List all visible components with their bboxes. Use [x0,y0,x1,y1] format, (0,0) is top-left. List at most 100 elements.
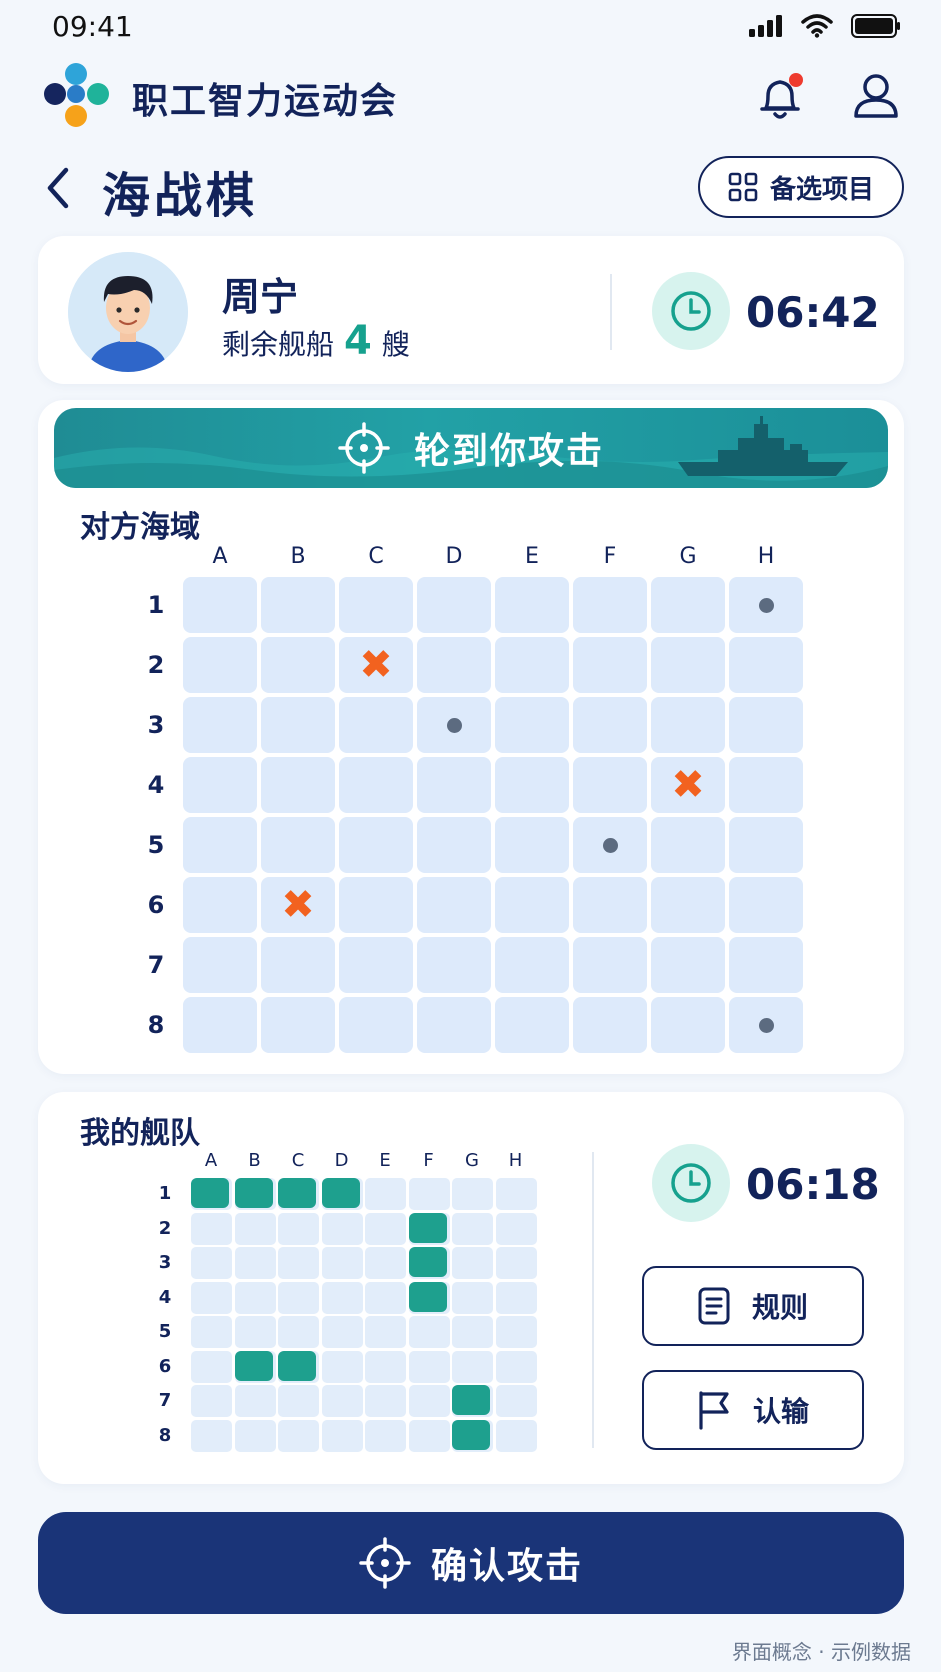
fleet-cell-A2 [191,1212,232,1245]
grid-cell-H5[interactable] [729,817,803,873]
grid-cell-C4[interactable] [339,757,413,813]
grid-cell-C7[interactable] [339,937,413,993]
grid-cell-C6[interactable] [339,877,413,933]
grid-cell-C2[interactable]: ✖ [339,637,413,693]
grid-cell-A7[interactable] [183,937,257,993]
fleet-cell-H1 [495,1178,537,1210]
grid-cell-D3[interactable] [417,697,491,753]
grid-cell-H4[interactable] [729,757,803,813]
grid-cell-F5[interactable] [573,817,647,873]
grid-cell-C5[interactable] [339,817,413,873]
user-profile-icon[interactable] [852,72,900,120]
fleet-cell-D6 [321,1350,363,1383]
fleet-cell-E8 [365,1419,406,1452]
column-label: D [445,544,463,569]
grid-cell-H6[interactable] [729,877,803,933]
grid-cell-G4[interactable]: ✖ [651,757,725,813]
grid-cell-H1[interactable] [729,577,803,633]
grid-cell-B5[interactable] [261,817,335,873]
grid-cell-D5[interactable] [417,817,491,873]
miss-marker-icon [758,597,774,613]
grid-cell-F7[interactable] [573,937,647,993]
grid-cell-C1[interactable] [339,577,413,633]
grid-cell-B2[interactable] [261,637,335,693]
grid-cell-B1[interactable] [261,577,335,633]
grid-cell-E7[interactable] [495,937,569,993]
signal-icon [749,15,782,37]
grid-cell-E2[interactable] [495,637,569,693]
turn-banner-text: 轮到你攻击 [413,431,604,472]
grid-cell-C8[interactable] [339,997,413,1053]
grid-cell-G6[interactable] [651,877,725,933]
grid-cell-E5[interactable] [495,817,569,873]
grid-cell-C3[interactable] [339,697,413,753]
column-label: G [465,1150,479,1171]
column-label: A [204,1150,218,1171]
rules-button[interactable]: 规则 [642,1266,864,1346]
fleet-cell-E6 [365,1350,406,1383]
grid-cell-G2[interactable] [651,637,725,693]
column-label: C [368,544,384,569]
grid-cell-H7[interactable] [729,937,803,993]
fleet-cell-E2 [365,1212,406,1245]
grid-cell-H2[interactable] [729,637,803,693]
fleet-cell-D7 [321,1385,363,1417]
grid-cell-A5[interactable] [183,817,257,873]
grid-cell-D1[interactable] [417,577,491,633]
row-label: 8 [147,1011,165,1039]
grid-cell-A3[interactable] [183,697,257,753]
grid-cell-F1[interactable] [573,577,647,633]
ship-segment [321,1178,360,1208]
ship-segment [408,1212,447,1243]
rules-label: 规则 [751,1291,808,1324]
grid-cell-D4[interactable] [417,757,491,813]
grid-cell-D6[interactable] [417,877,491,933]
back-chevron-icon[interactable] [44,166,74,210]
grid-cell-F6[interactable] [573,877,647,933]
grid-cell-B7[interactable] [261,937,335,993]
grid-cell-A1[interactable] [183,577,257,633]
column-label: B [290,544,306,569]
fleet-cell-E5 [365,1316,406,1348]
fleet-cell-D2 [321,1212,363,1245]
grid-cell-E8[interactable] [495,997,569,1053]
row-label: 4 [158,1286,172,1308]
grid-cell-D8[interactable] [417,997,491,1053]
grid-cell-E6[interactable] [495,877,569,933]
grid-cell-H3[interactable] [729,697,803,753]
grid-cell-E1[interactable] [495,577,569,633]
grid-cell-F4[interactable] [573,757,647,813]
alternative-events-button[interactable]: 备选项目 [698,156,904,218]
grid-cell-G5[interactable] [651,817,725,873]
grid-cell-B6[interactable]: ✖ [261,877,335,933]
grid-cell-A8[interactable] [183,997,257,1053]
grid-cell-G8[interactable] [651,997,725,1053]
grid-cell-B4[interactable] [261,757,335,813]
grid-cell-B8[interactable] [261,997,335,1053]
confirm-attack-button[interactable]: 确认攻击 [38,1512,904,1614]
status-icons [749,14,901,38]
clock-icon [671,1163,711,1203]
grid-cell-E4[interactable] [495,757,569,813]
grid-cell-G3[interactable] [651,697,725,753]
notification-bell-icon[interactable] [756,72,806,124]
grid-cell-A2[interactable] [183,637,257,693]
grid-cell-D7[interactable] [417,937,491,993]
grid-cell-G7[interactable] [651,937,725,993]
resign-button[interactable]: 认输 [642,1370,864,1450]
remaining-ships-count: 4 [344,318,372,364]
grid-cell-H8[interactable] [729,997,803,1053]
grid-cell-F3[interactable] [573,697,647,753]
row-label: 6 [147,891,165,919]
grid-cell-G1[interactable] [651,577,725,633]
grid-cell-A4[interactable] [183,757,257,813]
row-label: 8 [158,1424,172,1446]
grid-cell-F8[interactable] [573,997,647,1053]
grid-cell-A6[interactable] [183,877,257,933]
grid-cell-F2[interactable] [573,637,647,693]
grid-cell-E3[interactable] [495,697,569,753]
grid-cell-B3[interactable] [261,697,335,753]
column-label: C [291,1150,305,1171]
grid-cell-D2[interactable] [417,637,491,693]
column-label: A [212,544,228,569]
